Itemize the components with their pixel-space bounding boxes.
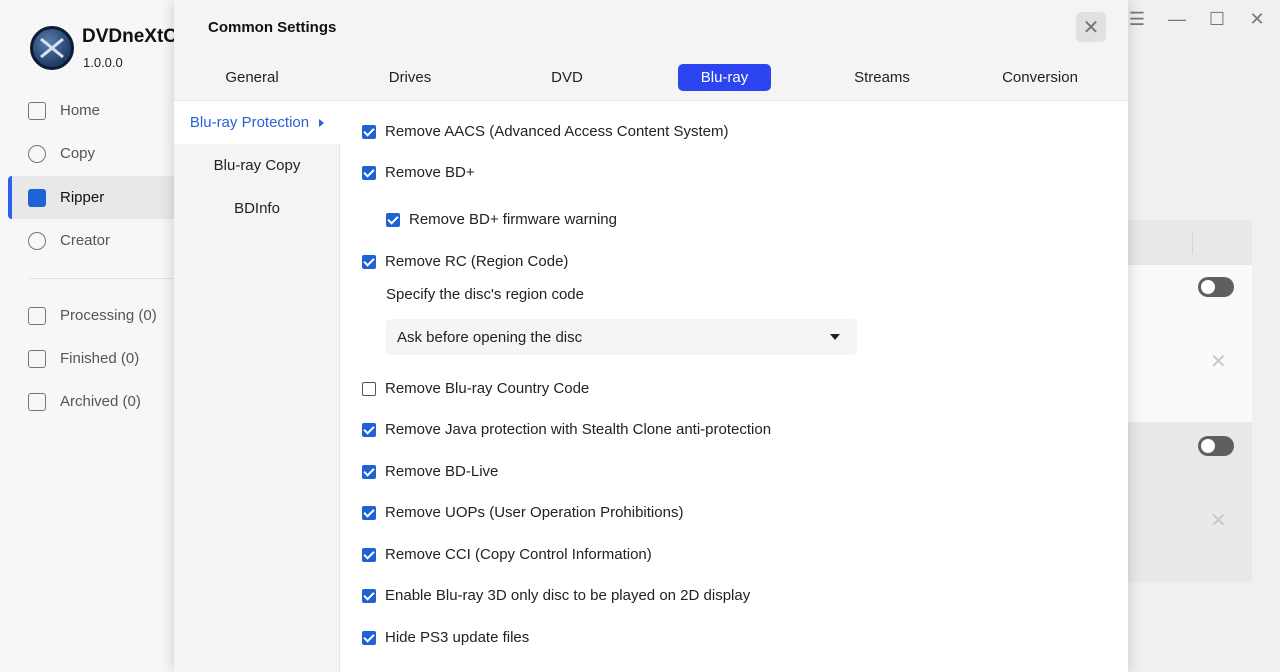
option-remove-region-code[interactable]: Remove RC (Region Code) (362, 253, 568, 270)
dialog-title: Common Settings (208, 19, 337, 36)
option-label: Remove BD-Live (385, 463, 499, 480)
app-logo-icon (30, 26, 74, 70)
checkbox[interactable] (362, 630, 376, 645)
task-toggle[interactable] (1198, 277, 1234, 297)
task-toggle[interactable] (1198, 436, 1234, 456)
checkbox[interactable] (362, 588, 376, 603)
option-remove-country-code[interactable]: Remove Blu-ray Country Code (362, 380, 589, 397)
option-label: Remove Java protection with Stealth Clon… (385, 421, 772, 438)
option-remove-aacs[interactable]: Remove AACS (Advanced Access Content Sys… (362, 123, 728, 140)
sub-item-blu-ray-copy[interactable]: Blu-ray Copy (174, 144, 340, 187)
option-remove-bd-plus[interactable]: Remove BD+ (362, 164, 475, 181)
menu-icon[interactable]: ☰ (1126, 8, 1148, 30)
creator-icon (28, 231, 46, 250)
checkbox[interactable] (362, 254, 376, 269)
option-label: Hide PS3 update files (385, 629, 530, 646)
task-list-header (1128, 220, 1252, 265)
checkbox[interactable] (362, 124, 376, 139)
remove-task-icon[interactable]: ✕ (1210, 508, 1227, 533)
option-remove-uops[interactable]: Remove UOPs (User Operation Prohibitions… (362, 504, 683, 521)
close-icon[interactable]: ✕ (1246, 8, 1268, 30)
option-label: Enable Blu-ray 3D only disc to be played… (385, 587, 751, 604)
nav-item-ripper[interactable]: Ripper (8, 176, 174, 219)
nav-item-label: Creator (60, 232, 111, 249)
app-version: 1.0.0.0 (83, 55, 123, 70)
remove-task-icon[interactable]: ✕ (1210, 349, 1227, 374)
sub-item-bdinfo[interactable]: BDInfo (174, 187, 340, 230)
nav-item-label: Ripper (60, 189, 105, 206)
window-controls: ☰ — ☐ ✕ (1126, 8, 1268, 30)
chevron-right-icon (319, 118, 325, 127)
nav-item-copy[interactable]: Copy (8, 132, 174, 175)
maximize-icon[interactable]: ☐ (1206, 8, 1228, 30)
app-sidebar: DVDneXtC 1.0.0.0 Home Copy Ripper Creato… (0, 0, 174, 672)
caret-down-icon (830, 334, 840, 340)
dialog-header: Common Settings ✕ General Drives DVD Blu… (174, 0, 1128, 101)
checkbox[interactable] (362, 464, 376, 479)
app-main-area: ☰ — ☐ ✕ ✕ ✕ (1128, 0, 1280, 672)
settings-dialog: Common Settings ✕ General Drives DVD Blu… (174, 0, 1128, 672)
region-code-label: Specify the disc's region code (386, 286, 584, 303)
minimize-icon[interactable]: — (1166, 8, 1188, 30)
nav-item-processing[interactable]: Processing (0) (8, 294, 174, 337)
option-remove-bd-plus-firmware-warning[interactable]: Remove BD+ firmware warning (386, 211, 617, 228)
settings-sub-nav: Blu-ray Protection Blu-ray Copy BDInfo (174, 101, 340, 672)
checkbox[interactable] (362, 165, 376, 180)
finished-icon (28, 349, 46, 368)
checkbox[interactable] (362, 505, 376, 520)
region-code-value: Ask before opening the disc (397, 328, 583, 346)
option-remove-cci[interactable]: Remove CCI (Copy Control Information) (362, 546, 652, 563)
nav-item-label: Copy (60, 145, 96, 162)
sub-item-label: Blu-ray Copy (213, 157, 301, 174)
nav-item-label: Processing (0) (60, 307, 157, 324)
tab-conversion[interactable]: Conversion (996, 64, 1084, 91)
option-label: Remove BD+ firmware warning (409, 211, 617, 228)
nav-item-label: Home (60, 102, 101, 119)
tab-dvd[interactable]: DVD (529, 64, 605, 91)
nav-item-creator[interactable]: Creator (8, 219, 174, 262)
app-name: DVDneXtC (82, 26, 174, 47)
task-item: ✕ (1128, 265, 1252, 422)
checkbox[interactable] (362, 381, 376, 396)
option-label: Remove UOPs (User Operation Prohibitions… (385, 504, 684, 521)
nav-divider (30, 278, 174, 279)
tab-general[interactable]: General (214, 64, 290, 91)
copy-icon (28, 144, 46, 163)
sub-item-label: Blu-ray Protection (189, 114, 310, 131)
nav-item-home[interactable]: Home (8, 89, 174, 132)
task-item: ✕ (1128, 422, 1252, 582)
option-label: Remove CCI (Copy Control Information) (385, 546, 652, 563)
sub-item-blu-ray-protection[interactable]: Blu-ray Protection (174, 101, 340, 144)
nav-item-label: Finished (0) (60, 350, 140, 367)
option-remove-bd-live[interactable]: Remove BD-Live (362, 463, 498, 480)
checkbox[interactable] (362, 422, 376, 437)
nav-item-label: Archived (0) (60, 393, 141, 410)
ripper-icon (28, 188, 46, 207)
option-label: Remove Blu-ray Country Code (385, 380, 590, 397)
option-label: Remove BD+ (385, 164, 475, 181)
option-remove-java-protection[interactable]: Remove Java protection with Stealth Clon… (362, 421, 771, 438)
checkbox[interactable] (362, 547, 376, 562)
sub-item-label: BDInfo (234, 200, 280, 217)
option-label: Remove AACS (Advanced Access Content Sys… (385, 123, 729, 140)
tab-streams[interactable]: Streams (840, 64, 924, 91)
blu-ray-protection-panel: Remove AACS (Advanced Access Content Sys… (340, 101, 1128, 672)
tab-drives[interactable]: Drives (372, 64, 448, 91)
dialog-close-button[interactable]: ✕ (1076, 12, 1106, 42)
region-code-select[interactable]: Ask before opening the disc (386, 319, 857, 355)
option-hide-ps3-update-files[interactable]: Hide PS3 update files (362, 629, 529, 646)
close-icon: ✕ (1082, 16, 1100, 39)
tab-blu-ray[interactable]: Blu-ray (678, 64, 771, 91)
option-label: Remove RC (Region Code) (385, 253, 569, 270)
nav-item-archived[interactable]: Archived (0) (8, 380, 174, 423)
nav-item-finished[interactable]: Finished (0) (8, 337, 174, 380)
checkbox[interactable] (386, 212, 400, 227)
processing-icon (28, 306, 46, 325)
option-enable-3d-on-2d[interactable]: Enable Blu-ray 3D only disc to be played… (362, 587, 750, 604)
archived-icon (28, 392, 46, 411)
home-icon (28, 101, 46, 120)
